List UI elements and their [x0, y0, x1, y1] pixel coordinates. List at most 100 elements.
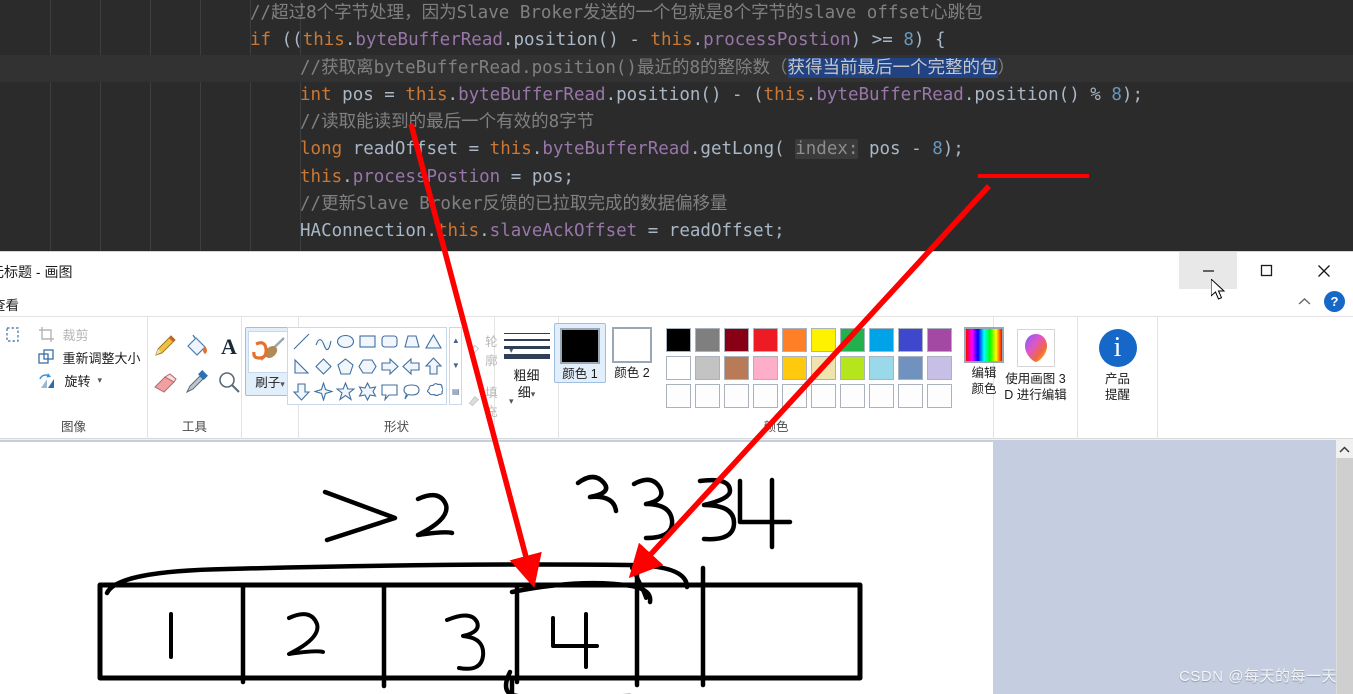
color-swatch[interactable] — [753, 356, 778, 380]
code-token: this — [489, 139, 532, 160]
color-swatch[interactable] — [695, 356, 720, 380]
color-swatch[interactable] — [898, 384, 923, 408]
help-icon[interactable]: ? — [1324, 291, 1345, 312]
color-swatch[interactable] — [666, 328, 691, 352]
canvas-vertical-scrollbar[interactable] — [1336, 440, 1353, 694]
maximize-button[interactable] — [1237, 252, 1295, 289]
code-line[interactable]: //获取离byteBufferRead.position()最近的8的整除数（获… — [0, 54, 1353, 82]
color-swatch[interactable] — [927, 356, 952, 380]
oval-callout-shape[interactable] — [402, 382, 421, 401]
rotate-button[interactable]: 旋转 ▾ — [38, 371, 140, 390]
magnifier-icon[interactable] — [216, 369, 242, 395]
ribbon-group-paint3d[interactable]: 使用画图 3 D 进行编辑 — [994, 317, 1078, 439]
code-editor[interactable]: //超过8个字节处理，因为Slave Broker发送的一个包就是8个字节的sl… — [0, 0, 1353, 251]
right-arrow-shape[interactable] — [380, 357, 399, 376]
color-swatch[interactable] — [869, 356, 894, 380]
oval-shape[interactable] — [336, 332, 355, 351]
shapes-scrollbar[interactable]: ▲ ▼ ▤ — [449, 327, 463, 405]
color-swatch[interactable] — [869, 384, 894, 408]
code-line[interactable]: HAConnection.this.slaveAckOffset = readO… — [0, 218, 1353, 245]
shapes-gallery[interactable] — [287, 327, 448, 405]
color-swatch[interactable] — [724, 328, 749, 352]
code-lines[interactable]: //超过8个字节处理，因为Slave Broker发送的一个包就是8个字节的sl… — [0, 0, 1353, 246]
four-point-star-shape[interactable] — [313, 382, 333, 401]
color-palette[interactable] — [666, 328, 954, 410]
color-picker-icon[interactable] — [184, 369, 210, 395]
color-swatch[interactable] — [666, 356, 691, 380]
hexagon-shape[interactable] — [358, 357, 377, 376]
mouse-cursor — [1211, 279, 1226, 300]
chevron-down-icon[interactable]: ▾ — [98, 375, 103, 386]
pencil-icon[interactable] — [152, 333, 178, 359]
size-label: 粗细 细▾ — [513, 368, 540, 400]
rounded-callout-shape[interactable] — [380, 382, 399, 401]
diamond-shape[interactable] — [314, 357, 333, 376]
pentagon-shape[interactable] — [336, 357, 355, 376]
code-line[interactable]: this.processPostion = pos; — [0, 164, 1353, 191]
code-line[interactable]: if ((this.byteBufferRead.position() - th… — [0, 27, 1353, 54]
thickness-line[interactable] — [503, 333, 550, 334]
canvas-paper[interactable] — [0, 442, 993, 694]
code-line[interactable]: long readOffset = this.byteBufferRead.ge… — [0, 136, 1353, 163]
fill-bucket-icon[interactable] — [184, 333, 210, 359]
color-swatch[interactable] — [666, 384, 691, 408]
thickness-line[interactable] — [503, 346, 550, 349]
color-swatch[interactable] — [724, 384, 749, 408]
left-arrow-shape[interactable] — [402, 357, 421, 376]
ribbon-group-reminder[interactable]: i 产品 提醒 — [1078, 317, 1158, 439]
line-shape[interactable] — [292, 332, 311, 351]
color1-label: 颜色 1 — [562, 367, 598, 381]
color1-button[interactable]: 颜色 1 — [554, 323, 606, 383]
color-swatch[interactable] — [840, 356, 865, 380]
color-swatch[interactable] — [753, 328, 778, 352]
color-swatch[interactable] — [898, 356, 923, 380]
text-tool-icon[interactable]: A — [216, 333, 242, 359]
minimize-button[interactable] — [1179, 252, 1237, 289]
thickness-line[interactable] — [503, 354, 550, 359]
rounded-rectangle-shape[interactable] — [380, 332, 399, 351]
code-line[interactable]: //超过8个字节处理，因为Slave Broker发送的一个包就是8个字节的sl… — [0, 0, 1353, 27]
color-swatch[interactable] — [782, 384, 807, 408]
rectangle-shape[interactable] — [358, 332, 377, 351]
thickness-line[interactable] — [503, 339, 550, 341]
curve-shape[interactable] — [314, 332, 333, 351]
color-swatch[interactable] — [782, 328, 807, 352]
triangle-shape[interactable] — [424, 332, 443, 351]
ribbon: 裁剪 重新调整大小 旋转 ▾ 图像 A 工具 刷子▾ ▲ ▼ ▤ 轮廓 ▾ 填充… — [0, 317, 1353, 439]
color-swatch[interactable] — [869, 328, 894, 352]
code-token: //读取能读到的最后一个有效的8字节 — [300, 112, 595, 133]
color-swatch[interactable] — [724, 356, 749, 380]
code-line[interactable]: //读取能读到的最后一个有效的8字节 — [0, 109, 1353, 136]
code-line[interactable]: //更新Slave Broker反馈的已拉取完成的数据偏移量 — [0, 191, 1353, 218]
color2-button[interactable]: 颜色 2 — [606, 323, 658, 381]
right-triangle-shape[interactable] — [292, 357, 311, 376]
color-swatch[interactable] — [811, 356, 836, 380]
eraser-icon[interactable] — [152, 369, 178, 395]
resize-button[interactable]: 重新调整大小 — [38, 348, 141, 367]
color-swatch[interactable] — [753, 384, 778, 408]
polygon-shape[interactable] — [402, 332, 421, 351]
six-point-star-shape[interactable] — [358, 382, 377, 401]
code-line[interactable]: int pos = this.byteBufferRead.position()… — [0, 82, 1353, 109]
color-swatch[interactable] — [927, 328, 952, 352]
color-swatch[interactable] — [927, 384, 952, 408]
scroll-up-button[interactable] — [1336, 440, 1353, 458]
color-swatch[interactable] — [811, 328, 836, 352]
color-swatch[interactable] — [811, 384, 836, 408]
down-arrow-shape[interactable] — [292, 382, 311, 401]
color-swatch[interactable] — [695, 384, 720, 408]
five-point-star-shape[interactable] — [335, 382, 355, 401]
scroll-more-icon: ▤ — [452, 386, 460, 396]
color-swatch[interactable] — [840, 328, 865, 352]
menu-item-view[interactable]: 查看 — [0, 294, 19, 314]
chevron-up-icon[interactable] — [1297, 294, 1312, 309]
color-swatch[interactable] — [695, 328, 720, 352]
code-token: processPostion — [352, 166, 501, 187]
color-swatch[interactable] — [782, 356, 807, 380]
cloud-callout-shape[interactable] — [424, 382, 443, 401]
color-swatch[interactable] — [898, 328, 923, 352]
up-arrow-shape[interactable] — [424, 357, 443, 376]
close-button[interactable] — [1295, 252, 1353, 289]
ribbon-filler — [1158, 317, 1353, 439]
color-swatch[interactable] — [840, 384, 865, 408]
